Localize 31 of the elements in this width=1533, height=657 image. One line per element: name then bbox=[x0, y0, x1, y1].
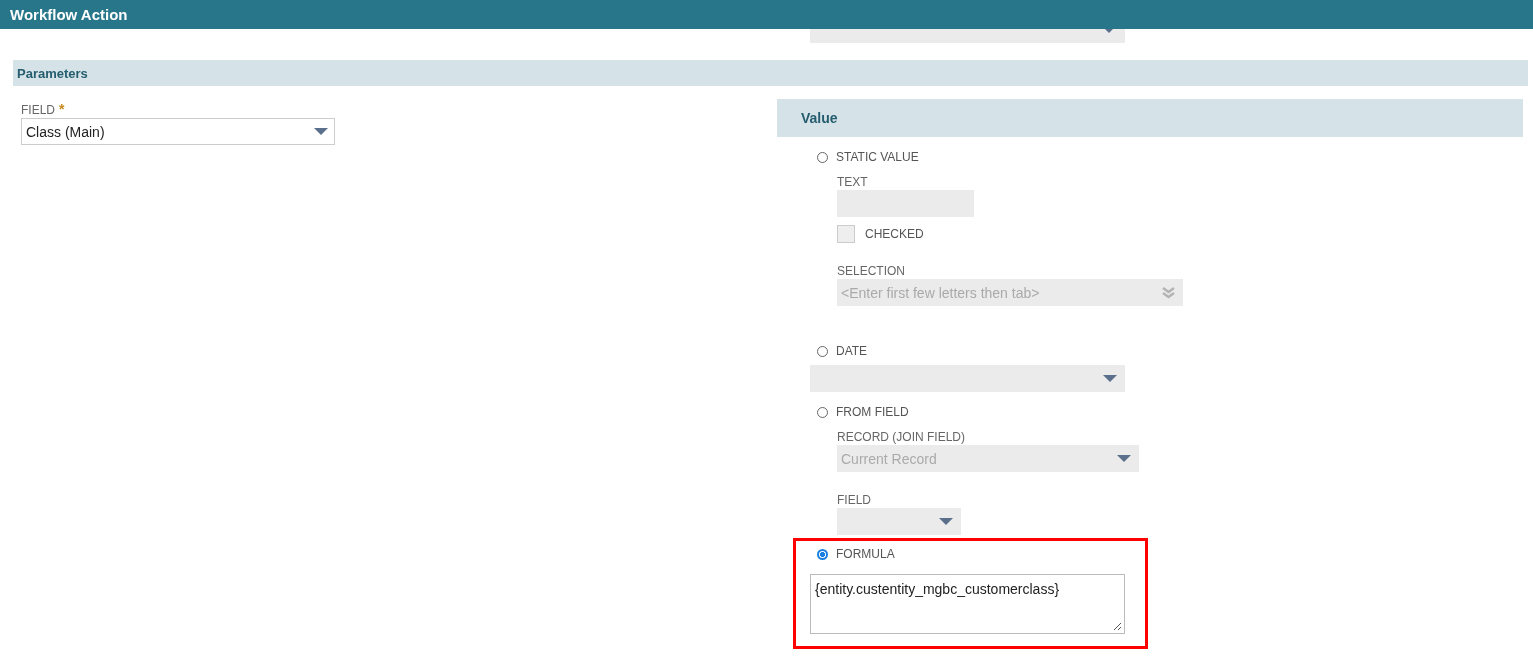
radio-label: DATE bbox=[836, 344, 868, 358]
radio-label: FROM FIELD bbox=[836, 405, 909, 419]
formula-field[interactable]: {entity.custentity_mgbc_customerclass} bbox=[810, 574, 1125, 634]
panel-title: Value bbox=[801, 110, 838, 126]
dropdown-value: Class (Main) bbox=[26, 123, 105, 140]
dropdown-field[interactable] bbox=[810, 365, 1125, 392]
radio-button[interactable] bbox=[817, 548, 828, 560]
checkbox-label: CHECKED bbox=[865, 227, 924, 241]
field-label: FIELD bbox=[837, 493, 872, 507]
dropdown-field[interactable] bbox=[810, 29, 1125, 43]
field-label: RECORD (JOIN FIELD) bbox=[837, 430, 966, 444]
radio-label: FORMULA bbox=[836, 547, 895, 561]
caret-icon bbox=[1117, 454, 1131, 463]
checkbox[interactable] bbox=[837, 225, 855, 243]
radio-label: STATIC VALUE bbox=[836, 150, 919, 164]
caret-icon bbox=[314, 127, 328, 136]
caret-icon bbox=[1103, 374, 1117, 383]
window-title: Workflow Action bbox=[10, 6, 128, 23]
section-title: Parameters bbox=[17, 65, 88, 81]
caret-icon bbox=[939, 517, 953, 526]
dropdown-value: Current Record bbox=[841, 450, 937, 467]
formula-text: {entity.custentity_mgbc_customerclass} bbox=[815, 581, 1060, 597]
placeholder-text: <Enter first few letters then tab> bbox=[841, 284, 1040, 301]
field-label: SELECTION bbox=[837, 264, 906, 278]
dropdown-field[interactable] bbox=[837, 508, 961, 535]
required-mark: * bbox=[59, 101, 65, 117]
dropdown-field[interactable]: Class (Main) bbox=[21, 118, 335, 145]
field-label: FIELD bbox=[21, 103, 55, 117]
resize-grip-icon bbox=[1113, 622, 1122, 631]
double-chevron-icon bbox=[1162, 286, 1175, 299]
field-label: TEXT bbox=[837, 175, 869, 189]
